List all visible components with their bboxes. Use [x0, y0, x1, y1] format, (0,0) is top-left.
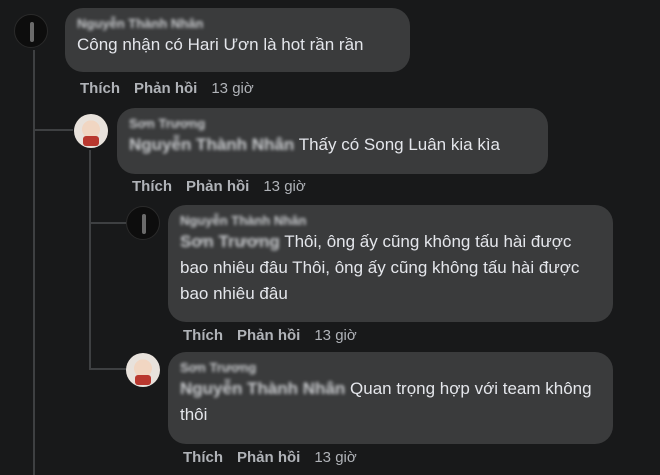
comment-actions: Thích Phản hồi 13 giờ	[80, 80, 254, 97]
thread-line-main	[33, 50, 35, 475]
avatar[interactable]	[126, 206, 160, 240]
mention-link[interactable]: Nguyễn Thành Nhân	[129, 135, 294, 154]
thread-line-nested	[89, 150, 91, 370]
like-button[interactable]: Thích	[183, 449, 223, 466]
comment-bubble: Sơn Trương Nguyễn Thành Nhân Thấy có Son…	[117, 108, 548, 174]
comment-author[interactable]: Sơn Trương	[129, 116, 536, 132]
like-button[interactable]: Thích	[132, 178, 172, 195]
comment-text: Công nhận có Hari Ươn là hot rần rần	[77, 35, 364, 54]
mention-link[interactable]: Sơn Trương	[180, 232, 280, 251]
avatar[interactable]	[14, 14, 48, 48]
comment-bubble: Nguyễn Thành Nhân Sơn Trương Thôi, ông ấ…	[168, 205, 613, 322]
comment-author[interactable]: Nguyễn Thành Nhân	[180, 213, 601, 229]
reply-button[interactable]: Phản hồi	[186, 178, 249, 195]
comment-timestamp[interactable]: 13 giờ	[263, 178, 305, 195]
comment-bubble: Sơn Trương Nguyễn Thành Nhân Quan trọng …	[168, 352, 613, 444]
comment-actions: Thích Phản hồi 13 giờ	[183, 327, 357, 344]
like-button[interactable]: Thích	[183, 327, 223, 344]
comment-timestamp[interactable]: 13 giờ	[211, 80, 253, 97]
comment-timestamp[interactable]: 13 giờ	[314, 449, 356, 466]
like-button[interactable]: Thích	[80, 80, 120, 97]
avatar[interactable]	[126, 353, 160, 387]
reply-button[interactable]: Phản hồi	[237, 327, 300, 344]
comment-bubble: Nguyễn Thành Nhân Công nhận có Hari Ươn …	[65, 8, 410, 72]
comment-body: Thấy có Song Luân kia kìa	[298, 135, 500, 154]
reply-button[interactable]: Phản hồi	[134, 80, 197, 97]
comment-timestamp[interactable]: 13 giờ	[314, 327, 356, 344]
comment-actions: Thích Phản hồi 13 giờ	[183, 449, 357, 466]
mention-link[interactable]: Nguyễn Thành Nhân	[180, 379, 345, 398]
comment-text: Sơn Trương Thôi, ông ấy cũng không tấu h…	[180, 229, 601, 307]
thread-connector-1	[33, 129, 73, 131]
comment-author[interactable]: Sơn Trương	[180, 360, 601, 376]
thread-connector-2	[89, 222, 127, 224]
thread-connector-3	[89, 368, 127, 370]
comment-author[interactable]: Nguyễn Thành Nhân	[77, 16, 398, 32]
reply-button[interactable]: Phản hồi	[237, 449, 300, 466]
comment-actions: Thích Phản hồi 13 giờ	[132, 178, 306, 195]
avatar[interactable]	[74, 114, 108, 148]
comment-text: Nguyễn Thành Nhân Thấy có Song Luân kia …	[129, 132, 536, 158]
comment-text: Nguyễn Thành Nhân Quan trọng hợp với tea…	[180, 376, 601, 428]
